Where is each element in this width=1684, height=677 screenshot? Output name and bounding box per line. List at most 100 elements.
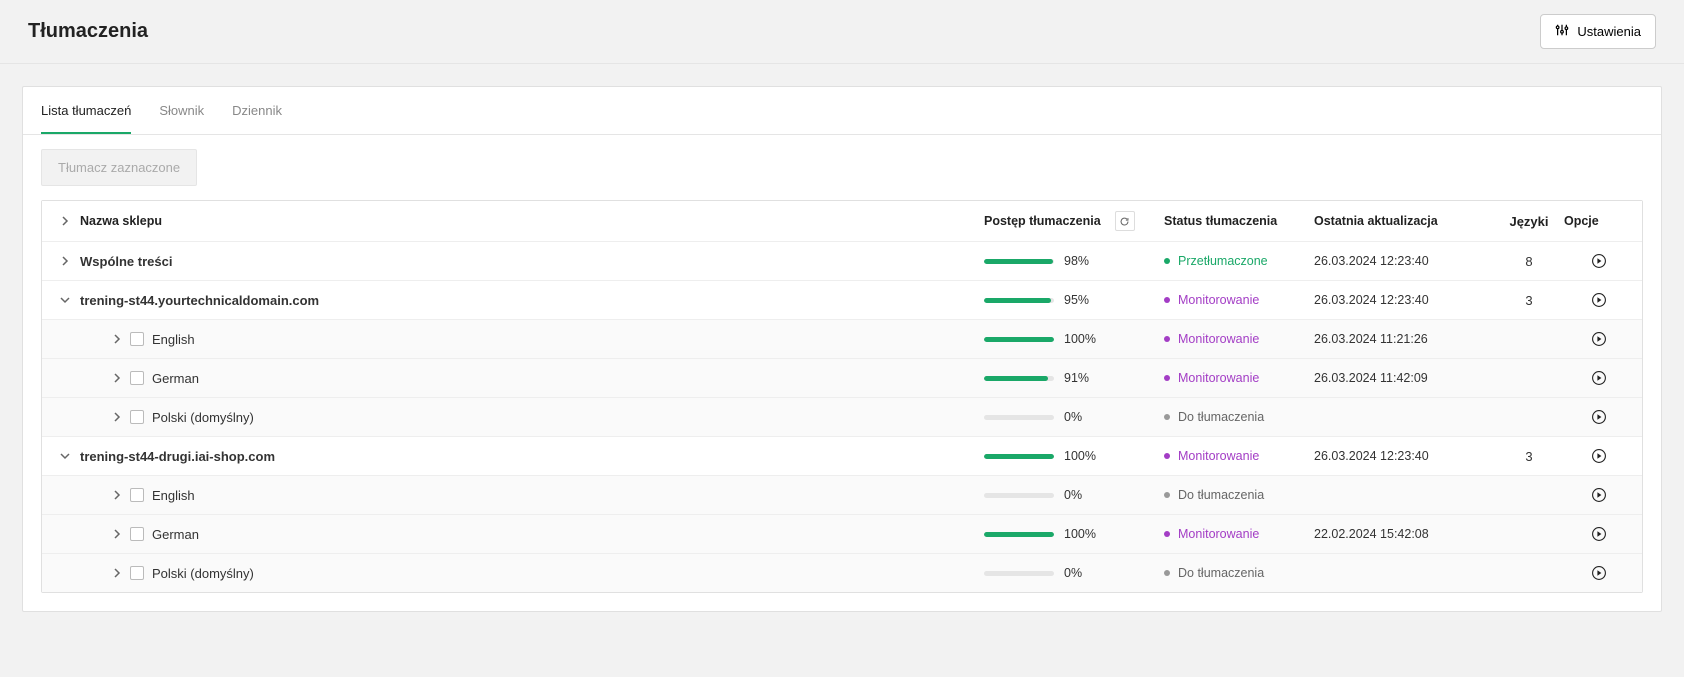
row-checkbox[interactable] — [130, 527, 144, 541]
progress-text: 0% — [1064, 410, 1082, 424]
options-cell — [1564, 291, 1634, 309]
row-name-cell: trening-st44-drugi.iai-shop.com — [80, 449, 984, 464]
translate-selected-button[interactable]: Tłumacz zaznaczone — [41, 149, 197, 186]
status-dot-icon — [1164, 531, 1170, 537]
play-button[interactable] — [1590, 291, 1608, 309]
status-label: Monitorowanie — [1178, 371, 1259, 385]
play-button[interactable] — [1590, 525, 1608, 543]
options-cell — [1564, 369, 1634, 387]
row-checkbox[interactable] — [130, 410, 144, 424]
play-button[interactable] — [1590, 447, 1608, 465]
row-name-cell: Polski (domyślny) — [80, 566, 984, 581]
col-status: Status tłumaczenia — [1164, 214, 1314, 228]
updated-cell: 26.03.2024 12:23:40 — [1314, 254, 1494, 268]
status-cell: Monitorowanie — [1164, 527, 1314, 541]
col-updated: Ostatnia aktualizacja — [1314, 214, 1494, 228]
status-dot-icon — [1164, 570, 1170, 576]
row-name: English — [152, 488, 195, 503]
progress-cell: 0% — [984, 566, 1164, 580]
sliders-icon — [1555, 23, 1569, 40]
expand-toggle[interactable] — [112, 568, 122, 578]
expand-toggle[interactable] — [112, 412, 122, 422]
progress-cell: 100% — [984, 449, 1164, 463]
row-name: trening-st44.yourtechnicaldomain.com — [80, 293, 319, 308]
progress-bar — [984, 298, 1054, 303]
progress-bar — [984, 493, 1054, 498]
status-cell: Do tłumaczenia — [1164, 488, 1314, 502]
expand-toggle[interactable] — [112, 490, 122, 500]
row-name: German — [152, 371, 199, 386]
play-button[interactable] — [1590, 486, 1608, 504]
options-cell — [1564, 252, 1634, 270]
row-checkbox[interactable] — [130, 371, 144, 385]
progress-cell: 100% — [984, 332, 1164, 346]
progress-text: 98% — [1064, 254, 1089, 268]
updated-cell: 26.03.2024 11:21:26 — [1314, 332, 1494, 346]
table-row: English100%Monitorowanie26.03.2024 11:21… — [42, 320, 1642, 359]
play-button[interactable] — [1590, 564, 1608, 582]
progress-text: 95% — [1064, 293, 1089, 307]
status-label: Do tłumaczenia — [1178, 488, 1264, 502]
progress-bar — [984, 415, 1054, 420]
status-cell: Monitorowanie — [1164, 449, 1314, 463]
status-cell: Przetłumaczone — [1164, 254, 1314, 268]
settings-button[interactable]: Ustawienia — [1540, 14, 1656, 49]
expand-toggle[interactable] — [112, 529, 122, 539]
options-cell — [1564, 447, 1634, 465]
col-options: Opcje — [1564, 214, 1634, 228]
status-dot-icon — [1164, 258, 1170, 264]
tabs: Lista tłumaczeń Słownik Dziennik — [23, 87, 1661, 135]
row-name-cell: German — [80, 527, 984, 542]
updated-cell: 26.03.2024 11:42:09 — [1314, 371, 1494, 385]
table-row: German 91% Monitorowanie 26.03.2024 11:42:0… — [42, 359, 1642, 398]
tab-list[interactable]: Lista tłumaczeń — [41, 87, 131, 134]
status-dot-icon — [1164, 297, 1170, 303]
progress-text: 100% — [1064, 527, 1096, 541]
progress-bar — [984, 259, 1054, 264]
options-cell — [1564, 408, 1634, 426]
row-checkbox[interactable] — [130, 332, 144, 346]
row-checkbox[interactable] — [130, 488, 144, 502]
table-row: trening-st44.yourtechnicaldomain.com95%M… — [42, 281, 1642, 320]
play-button[interactable] — [1590, 369, 1608, 387]
progress-text: 100% — [1064, 332, 1096, 346]
tab-journal[interactable]: Dziennik — [232, 87, 282, 134]
expand-toggle[interactable] — [112, 334, 122, 344]
play-button[interactable] — [1590, 252, 1608, 270]
table-row: German100%Monitorowanie22.02.2024 15:42:… — [42, 515, 1642, 554]
row-checkbox[interactable] — [130, 566, 144, 580]
table-header-row: Nazwa sklepu Postęp tłumaczenia Status t… — [42, 201, 1642, 242]
refresh-icon[interactable] — [1115, 211, 1135, 231]
play-button[interactable] — [1590, 408, 1608, 426]
expand-toggle[interactable] — [50, 451, 80, 461]
progress-cell: 91% — [984, 371, 1164, 385]
expand-toggle[interactable] — [50, 295, 80, 305]
status-label: Przetłumaczone — [1178, 254, 1268, 268]
row-name: Polski (domyślny) — [152, 410, 254, 425]
tab-dictionary[interactable]: Słownik — [159, 87, 204, 134]
expand-toggle[interactable] — [112, 373, 122, 383]
col-progress: Postęp tłumaczenia — [984, 211, 1164, 231]
progress-cell: 95% — [984, 293, 1164, 307]
status-cell: Monitorowanie — [1164, 371, 1314, 385]
langs-cell: 3 — [1494, 449, 1564, 464]
row-name: trening-st44-drugi.iai-shop.com — [80, 449, 275, 464]
status-label: Monitorowanie — [1178, 449, 1259, 463]
col-langs: Języki — [1494, 214, 1564, 229]
play-button[interactable] — [1590, 330, 1608, 348]
status-dot-icon — [1164, 336, 1170, 342]
progress-cell: 100% — [984, 527, 1164, 541]
status-dot-icon — [1164, 492, 1170, 498]
row-name-cell: English — [80, 332, 984, 347]
col-name: Nazwa sklepu — [80, 214, 984, 228]
table-row: Wspólne treści98%Przetłumaczone26.03.202… — [42, 242, 1642, 281]
expand-all-toggle[interactable] — [50, 216, 80, 226]
expand-toggle[interactable] — [50, 256, 80, 266]
table-row: English0%Do tłumaczenia — [42, 476, 1642, 515]
row-name-cell: German — [80, 371, 984, 386]
translations-table: Nazwa sklepu Postęp tłumaczenia Status t… — [41, 200, 1643, 593]
progress-text: 91% — [1064, 371, 1089, 385]
table-row: Polski (domyślny)0%Do tłumaczenia — [42, 398, 1642, 437]
updated-cell: 26.03.2024 12:23:40 — [1314, 449, 1494, 463]
options-cell — [1564, 525, 1634, 543]
